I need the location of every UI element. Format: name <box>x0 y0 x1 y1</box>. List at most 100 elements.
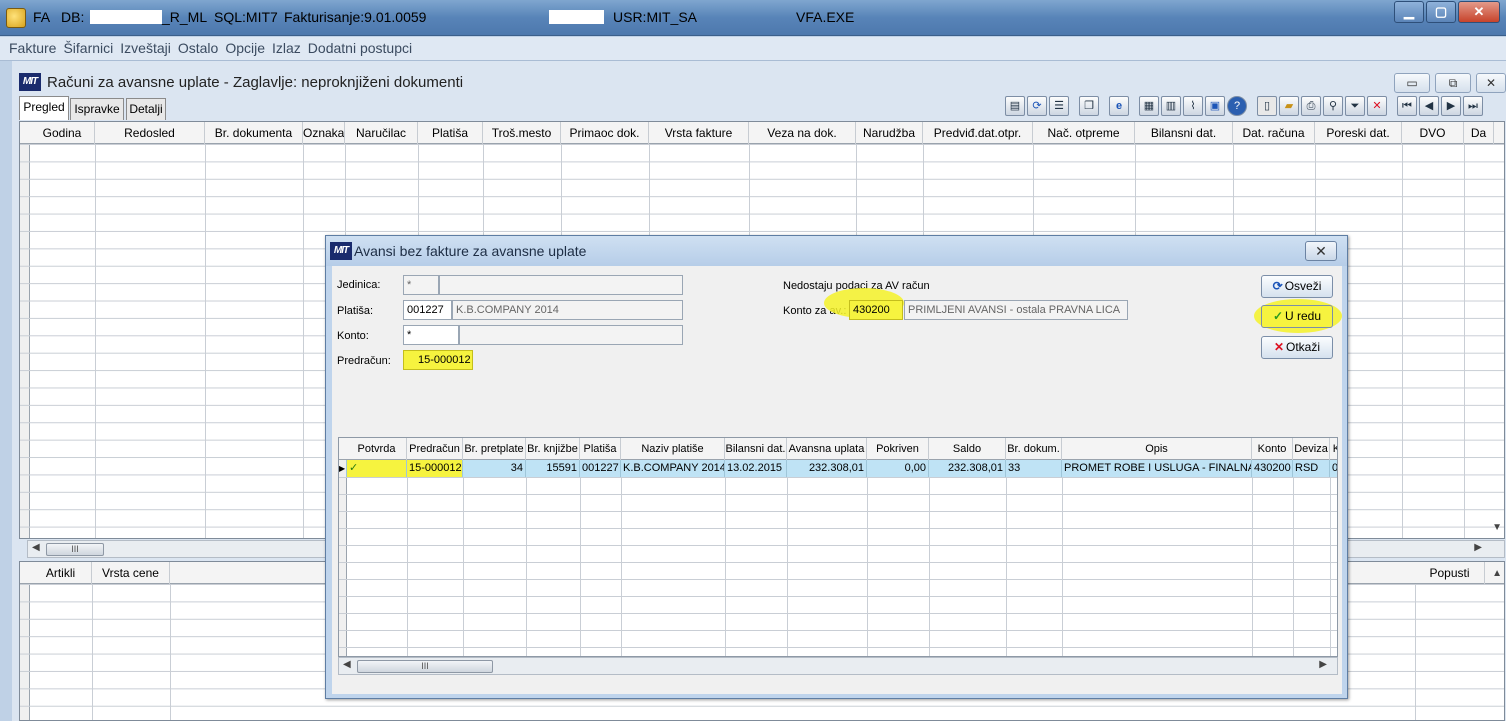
col-da[interactable]: Da <box>1464 122 1494 144</box>
col-redosled[interactable]: Redosled <box>95 122 205 144</box>
scroll-up-icon[interactable]: ▲ <box>1492 568 1502 579</box>
menu-opcije[interactable]: Opcije <box>225 37 265 60</box>
potvrda-checkbox[interactable]: ✓ <box>347 460 407 477</box>
avansi-grid[interactable]: Potvrda Predračun Br. pretplate Br. knji… <box>338 437 1338 657</box>
col-godina[interactable]: Godina <box>30 122 95 144</box>
col-primaoc-dok[interactable]: Primaoc dok. <box>561 122 649 144</box>
col-predracun[interactable]: Predračun <box>407 438 463 460</box>
platisa-code-field[interactable]: 001227 <box>403 300 452 320</box>
next-icon[interactable]: ▶ <box>1441 96 1461 116</box>
col-dat-racuna[interactable]: Dat. računa <box>1233 122 1315 144</box>
refresh-icon[interactable]: ⟳ <box>1027 96 1047 116</box>
grid-header: Godina Redosled Br. dokumenta Oznaka Nar… <box>20 122 1504 144</box>
minimize-button[interactable]: ▁ <box>1394 1 1424 23</box>
col-saldo[interactable]: Saldo <box>929 438 1006 460</box>
tab-pregled[interactable]: Pregled <box>19 96 69 120</box>
scroll-thumb[interactable]: III <box>357 660 493 673</box>
list-icon[interactable]: ☰ <box>1049 96 1069 116</box>
ok-button[interactable]: ✓ U redu <box>1261 305 1333 328</box>
col-konto[interactable]: Konto <box>1252 438 1293 460</box>
scroll-right-icon[interactable]: ▶ <box>1474 542 1482 553</box>
search-icon[interactable]: ⚲ <box>1323 96 1343 116</box>
menu-izvestaji[interactable]: Izveštaji <box>120 37 171 60</box>
print-icon[interactable]: ⎙ <box>1301 96 1321 116</box>
col-bilansni-dat[interactable]: Bilansni dat. <box>725 438 787 460</box>
col-pokriven[interactable]: Pokriven <box>867 438 929 460</box>
predracun-field[interactable]: 15-000012 <box>403 350 473 370</box>
dialog-title: Avansi bez fakture za avansne uplate <box>354 243 587 259</box>
menu-izlaz[interactable]: Izlaz <box>272 37 301 60</box>
col-br-knjizbe[interactable]: Br. knjižbe <box>526 438 580 460</box>
main-minimize-button[interactable]: ▭ <box>1394 73 1430 93</box>
folder-icon[interactable]: ▰ <box>1279 96 1299 116</box>
tab-detalji[interactable]: Detalji <box>126 98 166 120</box>
col-narudzba[interactable]: Narudžba <box>856 122 923 144</box>
col-opis[interactable]: Opis <box>1062 438 1252 460</box>
print-preview-icon[interactable]: ▦ <box>1139 96 1159 116</box>
col-potvrda[interactable]: Potvrda <box>347 438 407 460</box>
col-platisa[interactable]: Platiša <box>418 122 483 144</box>
jedinica-field[interactable]: * <box>403 275 439 295</box>
dialog-close-button[interactable]: ✕ <box>1305 241 1337 261</box>
col-popusti[interactable]: Popusti <box>1415 562 1485 584</box>
close-button[interactable]: ✕ <box>1458 1 1500 23</box>
col-bilansni-dat[interactable]: Bilansni dat. <box>1135 122 1233 144</box>
scroll-right-icon[interactable]: ▶ <box>1319 659 1327 670</box>
copy-icon[interactable]: ❐ <box>1079 96 1099 116</box>
col-vrsta-cene[interactable]: Vrsta cene <box>92 562 170 584</box>
menu-ostalo[interactable]: Ostalo <box>178 37 218 60</box>
main-restore-button[interactable]: ⧉ <box>1435 73 1471 93</box>
col-br-dokumenta[interactable]: Br. dokumenta <box>205 122 303 144</box>
menu-dodatni-postupci[interactable]: Dodatni postupci <box>308 37 412 60</box>
col-deviza[interactable]: Deviza <box>1293 438 1330 460</box>
first-icon[interactable]: ⏮ <box>1397 96 1417 116</box>
tab-ispravke[interactable]: Ispravke <box>70 98 124 120</box>
last-icon[interactable]: ⏭ <box>1463 96 1483 116</box>
col-nac-otpreme[interactable]: Nač. otpreme <box>1033 122 1135 144</box>
app-icon[interactable] <box>6 8 26 28</box>
predracun-label: Predračun: <box>337 355 391 367</box>
blank-icon[interactable]: ▯ <box>1257 96 1277 116</box>
konto-field[interactable]: * <box>403 325 459 345</box>
attach-icon[interactable]: ⌇ <box>1183 96 1203 116</box>
cancel-button[interactable]: ✕ Otkaži <box>1261 336 1333 359</box>
user-label: USR:MIT_SA <box>613 9 698 25</box>
prev-icon[interactable]: ◀ <box>1419 96 1439 116</box>
table-row[interactable]: ▶ ✓ 15-000012 34 15591 001227 K.B.COMPAN… <box>339 460 1337 477</box>
form-icon[interactable]: ▣ <box>1205 96 1225 116</box>
col-veza-na-dok[interactable]: Veza na dok. <box>749 122 856 144</box>
scroll-left-icon[interactable]: ◀ <box>343 659 351 670</box>
col-br-pretplate[interactable]: Br. pretplate <box>463 438 526 460</box>
col-avansna-uplata[interactable]: Avansna uplata <box>787 438 867 460</box>
doc-icon[interactable]: ▤ <box>1005 96 1025 116</box>
delete-icon[interactable]: ✕ <box>1367 96 1387 116</box>
cell-avansna: 232.308,01 <box>787 460 867 477</box>
filter-icon[interactable]: ⏷ <box>1345 96 1365 116</box>
col-poreski-dat[interactable]: Poreski dat. <box>1315 122 1402 144</box>
scroll-thumb[interactable]: III <box>46 543 104 556</box>
help-icon[interactable]: ? <box>1227 96 1247 116</box>
main-close-button[interactable]: ✕ <box>1476 73 1506 93</box>
col-platisa[interactable]: Platiša <box>580 438 621 460</box>
refresh-button[interactable]: ⟳ Osveži <box>1261 275 1333 298</box>
col-br-dokum[interactable]: Br. dokum. <box>1006 438 1062 460</box>
col-vrsta-fakture[interactable]: Vrsta fakture <box>649 122 749 144</box>
export-icon[interactable]: ▥ <box>1161 96 1181 116</box>
menu-fakture[interactable]: Fakture <box>9 37 56 60</box>
ie-icon[interactable]: e <box>1109 96 1129 116</box>
konto-av-field[interactable]: 430200 <box>849 300 903 320</box>
menu-sifarnici[interactable]: Šifarnici <box>63 37 113 60</box>
col-artikli[interactable]: Artikli <box>30 562 92 584</box>
dialog-horizontal-scrollbar[interactable]: ◀ III ▶ <box>338 657 1338 675</box>
cell-knjizbe: 15591 <box>526 460 580 477</box>
col-oznaka[interactable]: Oznaka <box>303 122 345 144</box>
col-dvo[interactable]: DVO <box>1402 122 1464 144</box>
scroll-left-icon[interactable]: ◀ <box>32 542 40 553</box>
col-narucilac[interactable]: Naručilac <box>345 122 418 144</box>
col-ku[interactable]: Ku <box>1330 438 1337 460</box>
scroll-down-icon[interactable]: ▼ <box>1492 522 1502 533</box>
col-tros-mesto[interactable]: Troš.mesto <box>483 122 561 144</box>
col-predvid-dat-otpr[interactable]: Predviđ.dat.otpr. <box>923 122 1033 144</box>
maximize-button[interactable]: ▢ <box>1426 1 1456 23</box>
col-naziv-platise[interactable]: Naziv platiše <box>621 438 725 460</box>
